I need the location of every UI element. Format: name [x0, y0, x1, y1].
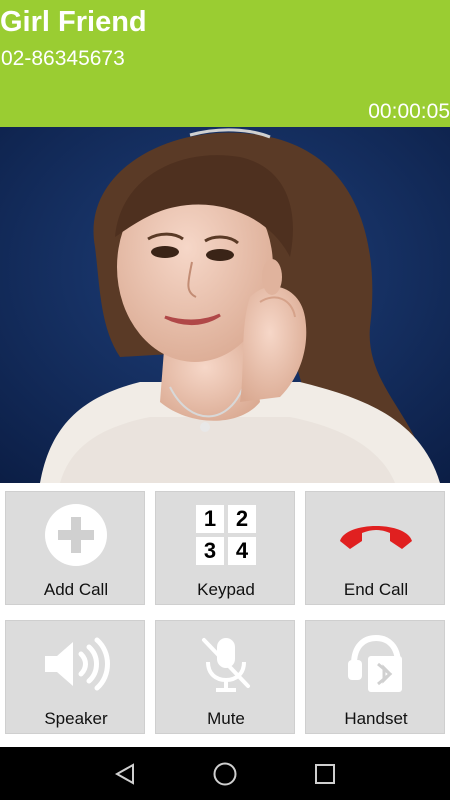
contact-photo-image: [0, 127, 450, 483]
add-icon: [6, 504, 146, 566]
mic-off-icon: [156, 633, 296, 695]
speaker-icon: [6, 633, 146, 695]
keypad-icon: 1 2 3 4: [156, 504, 296, 566]
caller-number: 02-86345673: [1, 47, 125, 70]
keypad-button[interactable]: 1 2 3 4 Keypad: [155, 491, 295, 605]
recents-icon[interactable]: [310, 759, 340, 789]
caller-name: Girl Friend: [0, 6, 147, 38]
speaker-label: Speaker: [44, 709, 108, 728]
keypad-label: Keypad: [197, 580, 255, 599]
contact-photo: [0, 127, 450, 483]
call-header: Girl Friend 02-86345673 00:00:05: [0, 0, 450, 127]
home-icon[interactable]: [210, 759, 240, 789]
handset-button[interactable]: Handset: [305, 620, 445, 734]
keypad-key: 1: [196, 505, 224, 533]
call-timer: 00:00:05: [368, 100, 450, 123]
add-call-label: Add Call: [43, 580, 109, 599]
call-controls: Add Call 1 2 3 4 Keypad End Call Speaker…: [0, 483, 450, 747]
keypad-key: 2: [228, 505, 256, 533]
hangup-icon: [306, 504, 446, 566]
end-call-button[interactable]: End Call: [305, 491, 445, 605]
keypad-key: 3: [196, 537, 224, 565]
system-nav-bar: [0, 747, 450, 800]
handset-label: Handset: [344, 709, 408, 728]
add-call-button[interactable]: Add Call: [5, 491, 145, 605]
speaker-button[interactable]: Speaker: [5, 620, 145, 734]
mute-label: Mute: [207, 709, 245, 728]
back-icon[interactable]: [110, 759, 140, 789]
mute-button[interactable]: Mute: [155, 620, 295, 734]
keypad-key: 4: [228, 537, 256, 565]
bluetooth-handset-icon: [306, 633, 446, 695]
end-call-label: End Call: [343, 580, 409, 599]
